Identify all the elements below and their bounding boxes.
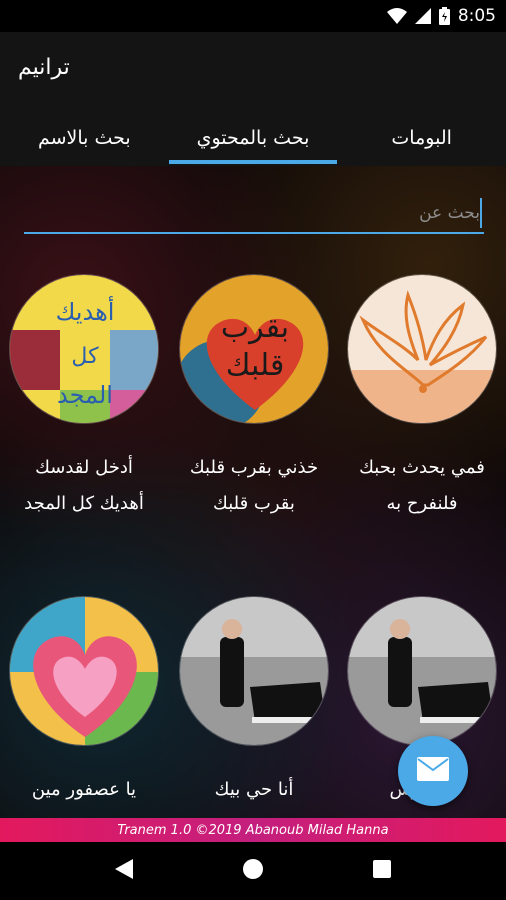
search-field — [24, 194, 484, 234]
main-content: فمي يحدث بحبك فلنفرح به بقرب قلبك خذني ب… — [0, 166, 506, 818]
cover-text-2: قلبك — [226, 348, 285, 383]
album-cover: أهديك كل المجد — [9, 274, 159, 424]
home-icon — [242, 858, 264, 884]
album-title: أنا حي بيك — [214, 779, 294, 800]
painted-heart-cover-icon — [10, 597, 158, 745]
home-button[interactable] — [233, 851, 273, 891]
cover-text-1: بقرب — [221, 310, 289, 345]
album-subtitle: فلنفرح به — [386, 493, 458, 514]
battery-icon — [438, 7, 450, 25]
signal-icon — [414, 8, 431, 24]
wifi-icon — [386, 8, 407, 24]
search-input[interactable] — [24, 194, 484, 232]
tab-albums[interactable]: البومات — [337, 110, 506, 166]
tab-bar: البومات بحث بالمحتوي بحث بالاسم — [0, 110, 506, 166]
app-title: ترانيم — [18, 55, 70, 80]
text-cursor — [480, 198, 482, 228]
album-cover — [347, 274, 497, 424]
list-item[interactable]: يا عصفور مين — [0, 596, 168, 806]
album-subtitle: أهديك كل المجد — [24, 493, 144, 514]
list-item[interactable]: بقرب قلبك خذني بقرب قلبك بقرب قلبك — [170, 274, 338, 520]
piano-man-cover-icon — [348, 597, 496, 745]
album-title: فمي يحدث بحبك — [359, 457, 485, 478]
album-cover — [9, 596, 159, 746]
message-fab-button[interactable] — [398, 736, 468, 806]
back-button[interactable] — [104, 851, 144, 891]
list-item[interactable]: أنا حي بيك — [170, 596, 338, 806]
album-title: خذني بقرب قلبك — [189, 457, 319, 478]
album-cover — [347, 596, 497, 746]
tab-search-content[interactable]: بحث بالمحتوي — [168, 110, 338, 166]
recents-button[interactable] — [362, 851, 402, 891]
app-bar: ترانيم البومات بحث بالمحتوي بحث بالاسم — [0, 32, 506, 166]
cover-text-1: أهديك — [56, 296, 115, 326]
album-subtitle: بقرب قلبك — [213, 493, 295, 514]
heart-yellow-cover-icon: بقرب قلبك — [180, 275, 328, 423]
album-cover: بقرب قلبك — [179, 274, 329, 424]
collage-cover-icon: أهديك كل المجد — [10, 275, 158, 423]
clock: 8:05 — [457, 6, 496, 26]
system-nav-bar — [0, 842, 506, 900]
footer-credit: Tranem 1.0 ©2019 Abanoub Milad Hanna — [0, 818, 506, 842]
list-item[interactable]: فمي يحدث بحبك فلنفرح به — [338, 274, 506, 520]
piano-man-cover-icon — [180, 597, 328, 745]
status-bar: 8:05 — [0, 0, 506, 32]
album-title: أدخل لقدسك — [35, 457, 133, 478]
cover-text-3: المجد — [57, 381, 113, 409]
envelope-icon — [417, 757, 449, 785]
recents-icon — [372, 860, 391, 882]
back-icon — [115, 859, 134, 883]
dove-cover-icon — [348, 275, 496, 423]
album-title: يا عصفور مين — [31, 779, 137, 800]
album-cover — [179, 596, 329, 746]
list-item[interactable]: أهديك كل المجد أدخل لقدسك أهديك كل المجد — [0, 274, 168, 520]
tab-search-name[interactable]: بحث بالاسم — [0, 110, 169, 166]
cover-text-2: كل — [71, 344, 99, 369]
